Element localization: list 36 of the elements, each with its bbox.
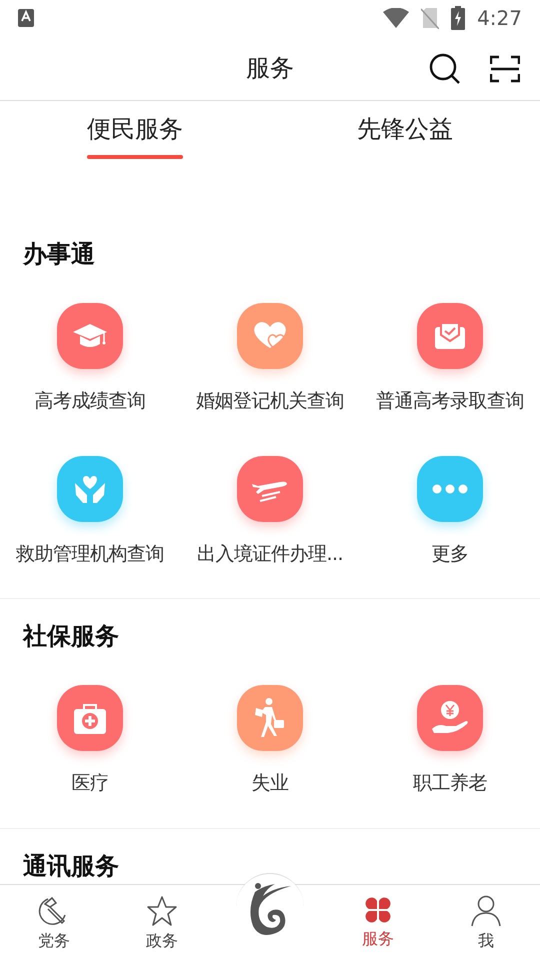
nav-tab[interactable]: 党务 <box>0 885 108 960</box>
service-item[interactable]: 救助管理机构查询 <box>0 456 180 568</box>
walking-person-icon <box>255 698 285 738</box>
nav-tab[interactable]: 服务 <box>324 885 432 960</box>
page-title: 服务 <box>246 53 294 84</box>
service-item[interactable]: 出入境证件办理... <box>180 456 360 568</box>
service-item[interactable]: 婚姻登记机关查询 <box>180 303 360 416</box>
more-icon <box>432 484 468 494</box>
scan-icon <box>490 55 520 83</box>
star-icon <box>146 895 178 927</box>
section-title: 社保服务 <box>22 621 120 651</box>
graduation-cap-icon <box>72 322 108 350</box>
hand-coin-icon <box>430 701 470 735</box>
keyboard-app-icon <box>18 9 34 27</box>
service-item[interactable]: 更多 <box>360 456 540 568</box>
tab[interactable]: 先锋公益 <box>270 101 540 159</box>
service-item[interactable]: 失业 <box>180 685 360 798</box>
service-item[interactable]: 医疗 <box>0 685 180 798</box>
tab[interactable]: 便民服务 <box>0 101 270 159</box>
wifi-icon <box>383 8 410 28</box>
nav-tab[interactable]: 政务 <box>108 885 216 960</box>
section-title: 通讯服务 <box>22 850 120 880</box>
four-petal-icon <box>363 895 393 925</box>
nav-tab[interactable]: 我 <box>432 885 540 960</box>
search-button[interactable] <box>428 52 462 86</box>
service-item[interactable]: 职工养老 <box>360 685 540 798</box>
service-item[interactable]: 普通高考录取查询 <box>360 303 540 416</box>
battery-charging-icon <box>451 6 466 30</box>
section-title: 办事通 <box>22 239 96 269</box>
status-time: 4:27 <box>477 5 522 32</box>
no-sim-icon <box>421 7 440 29</box>
service-item[interactable]: 高考成绩查询 <box>0 303 180 416</box>
person-icon <box>471 895 501 927</box>
envelope-check-icon <box>433 321 467 351</box>
medical-kit-icon <box>73 701 107 735</box>
search-icon <box>429 53 461 85</box>
